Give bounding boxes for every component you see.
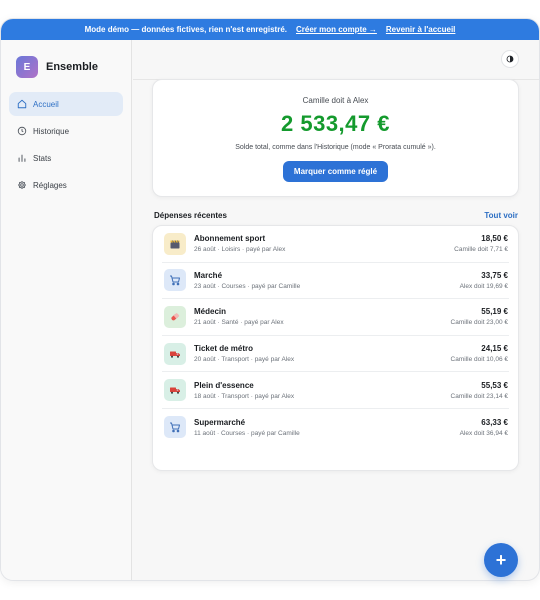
home-icon bbox=[17, 99, 27, 109]
mark-settled-button[interactable]: Marquer comme réglé bbox=[282, 161, 389, 182]
expense-name: Ticket de métro bbox=[194, 344, 253, 354]
expense-share: Alex doit 19,69 € bbox=[459, 282, 508, 290]
add-expense-button[interactable]: + bbox=[484, 543, 518, 577]
clapperboard-icon bbox=[164, 232, 186, 255]
back-home-link[interactable]: Revenir à l'accueil bbox=[386, 25, 456, 34]
demo-banner: Mode démo — données fictives, rien n'est… bbox=[1, 19, 539, 40]
expense-list: Abonnement sport 26 août · Loisirs · pay… bbox=[152, 225, 519, 471]
balance-card: Camille doit à Alex 2 533,47 € Solde tot… bbox=[152, 79, 519, 197]
expense-meta: 26 août · Loisirs · payé par Alex bbox=[194, 246, 286, 254]
expense-amount: 55,53 € bbox=[481, 380, 508, 390]
expense-meta: 18 août · Transport · payé par Alex bbox=[194, 392, 295, 400]
gear-icon bbox=[18, 181, 26, 189]
demo-banner-text: Mode démo — données fictives, rien n'est… bbox=[84, 25, 287, 34]
list-item[interactable]: Médecin 21 août · Santé · payé par Alex … bbox=[162, 299, 509, 336]
contrast-icon bbox=[506, 55, 514, 63]
list-item[interactable]: Abonnement sport 26 août · Loisirs · pay… bbox=[162, 226, 509, 263]
sidebar-nav: Accueil Historique Stats Réglages bbox=[1, 92, 131, 197]
sidebar-item-reglages[interactable]: Réglages bbox=[9, 173, 123, 197]
sidebar-item-label: Réglages bbox=[33, 180, 67, 190]
theme-toggle-button[interactable] bbox=[501, 50, 519, 68]
cart-icon bbox=[164, 416, 186, 439]
pill-icon bbox=[164, 305, 186, 328]
expense-share: Camille doit 10,06 € bbox=[450, 356, 508, 364]
sidebar-item-label: Stats bbox=[33, 153, 52, 163]
truck-icon bbox=[164, 342, 186, 365]
sidebar-item-accueil[interactable]: Accueil bbox=[9, 92, 123, 116]
expense-name: Marché bbox=[194, 270, 223, 280]
expense-amount: 33,75 € bbox=[481, 270, 508, 280]
expense-amount: 24,15 € bbox=[481, 344, 508, 354]
truck-icon bbox=[164, 379, 186, 402]
expense-name: Médecin bbox=[194, 307, 227, 317]
sidebar-item-label: Historique bbox=[33, 126, 70, 136]
list-item[interactable]: Supermarché 11 août · Courses · payé par… bbox=[162, 409, 509, 446]
sidebar-item-label: Accueil bbox=[33, 99, 59, 109]
sidebar: E Ensemble Accueil Historique Stats Régl… bbox=[1, 40, 132, 580]
expense-amount: 55,19 € bbox=[481, 307, 508, 317]
sidebar-item-stats[interactable]: Stats bbox=[9, 146, 123, 170]
clock-icon bbox=[17, 126, 27, 136]
create-account-link[interactable]: Créer mon compte → bbox=[296, 25, 377, 34]
expense-share: Camille doit 7,71 € bbox=[454, 246, 508, 254]
expense-share: Camille doit 23,00 € bbox=[450, 319, 508, 327]
expense-share: Alex doit 36,94 € bbox=[459, 429, 508, 437]
see-all-link[interactable]: Tout voir bbox=[484, 211, 518, 220]
balance-note: Solde total, comme dans l'Historique (mo… bbox=[235, 144, 436, 151]
cart-icon bbox=[164, 269, 186, 292]
list-item[interactable]: Plein d'essence 18 août · Transport · pa… bbox=[162, 372, 509, 409]
expense-amount: 63,33 € bbox=[481, 417, 508, 427]
owe-text: Camille doit à Alex bbox=[302, 96, 369, 105]
expense-meta: 20 août · Transport · payé par Alex bbox=[194, 356, 295, 364]
expense-amount: 18,50 € bbox=[481, 234, 508, 244]
list-item[interactable]: Ticket de métro 20 août · Transport · pa… bbox=[162, 336, 509, 373]
topbar bbox=[133, 40, 539, 80]
expense-name: Abonnement sport bbox=[194, 234, 266, 244]
plus-icon: + bbox=[495, 549, 507, 570]
list-item[interactable]: Marché 23 août · Courses · payé par Cami… bbox=[162, 263, 509, 300]
expense-name: Supermarché bbox=[194, 417, 246, 427]
brand[interactable]: E Ensemble bbox=[16, 56, 131, 78]
brand-name: Ensemble bbox=[46, 61, 98, 73]
bar-chart-icon bbox=[18, 154, 26, 162]
expense-share: Camille doit 23,14 € bbox=[450, 392, 508, 400]
section-title: Dépenses récentes bbox=[154, 210, 227, 220]
expense-meta: 23 août · Courses · payé par Camille bbox=[194, 282, 301, 290]
expense-meta: 21 août · Santé · payé par Alex bbox=[194, 319, 284, 327]
brand-logo: E bbox=[16, 56, 38, 78]
sidebar-item-historique[interactable]: Historique bbox=[9, 119, 123, 143]
expense-meta: 11 août · Courses · payé par Camille bbox=[194, 429, 300, 437]
balance-amount: 2 533,47 € bbox=[281, 111, 390, 136]
recent-expenses-header: Dépenses récentes Tout voir bbox=[154, 209, 518, 221]
expense-name: Plein d'essence bbox=[194, 380, 254, 390]
